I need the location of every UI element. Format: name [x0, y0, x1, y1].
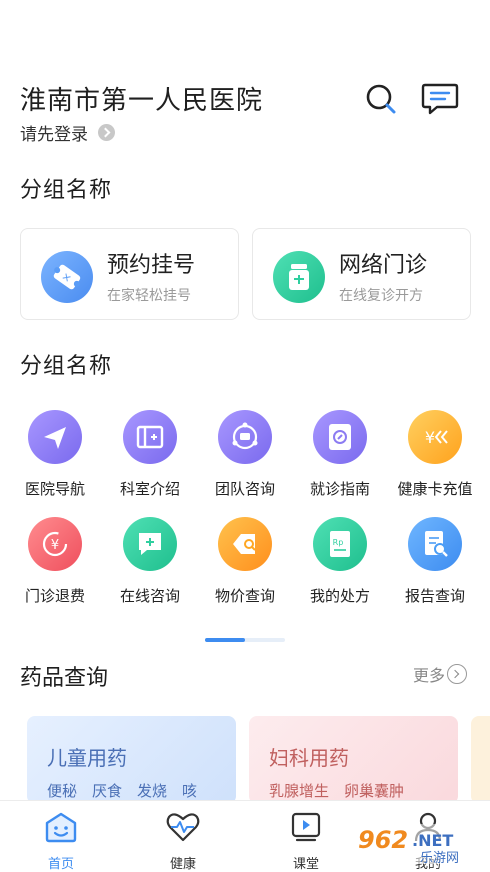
card-title: 网络门诊 — [339, 253, 428, 278]
department-icon — [123, 410, 177, 464]
heartbeat-icon — [166, 813, 200, 842]
navigation-icon — [28, 410, 82, 464]
ticket-icon: × — [41, 251, 93, 303]
drug-card-children[interactable]: 儿童用药 便秘 厌食 发烧 咳 — [27, 716, 236, 804]
drug-card-title: 妇科用药 — [269, 746, 349, 770]
chevron-right-icon — [98, 124, 115, 141]
online-consult-icon — [123, 517, 177, 571]
tab-classroom[interactable]: 课堂 — [266, 811, 346, 872]
drug-section-title: 药品查询 — [20, 666, 109, 691]
grid-item-refund[interactable]: ¥ 门诊退费 — [7, 517, 103, 606]
section-title: 分组名称 — [20, 178, 113, 203]
grid-item-my-prescription[interactable]: Rp 我的处方 — [292, 517, 388, 606]
grid-item-hospital-navigation[interactable]: 医院导航 — [7, 410, 103, 499]
medicine-bottle-icon — [273, 251, 325, 303]
hospital-name: 淮南市第一人民医院 — [20, 86, 264, 116]
grid-item-visit-guide[interactable]: 就诊指南 — [292, 410, 388, 499]
grid-item-label: 健康卡充值 — [397, 480, 473, 498]
appointment-card[interactable]: × 预约挂号 在家轻松挂号 — [20, 228, 239, 320]
drug-card-next-peek[interactable] — [471, 716, 490, 804]
svg-text:Rp: Rp — [333, 538, 344, 547]
login-text: 请先登录 — [20, 125, 88, 145]
card-recharge-icon: ¥ — [408, 410, 462, 464]
grid-item-label: 我的处方 — [309, 587, 370, 605]
card-title: 预约挂号 — [107, 253, 196, 278]
online-clinic-card[interactable]: 网络门诊 在线复诊开方 — [252, 228, 471, 320]
drug-card-subtitle: 便秘 厌食 发烧 咳 — [47, 782, 198, 800]
grid-item-card-recharge[interactable]: ¥ 健康卡充值 — [387, 410, 483, 499]
refund-icon: ¥ — [28, 517, 82, 571]
search-icon — [366, 84, 396, 114]
message-button[interactable] — [421, 82, 459, 116]
chevron-right-icon — [447, 664, 468, 684]
video-class-icon — [291, 812, 321, 842]
svg-text:¥: ¥ — [51, 538, 59, 553]
grid-item-online-consult[interactable]: 在线咨询 — [102, 517, 198, 606]
home-smile-icon — [45, 812, 77, 843]
grid-item-label: 医院导航 — [24, 480, 85, 498]
report-icon — [408, 517, 462, 571]
card-subtitle: 在家轻松挂号 — [107, 288, 191, 304]
svg-text:.NET: .NET — [412, 831, 453, 850]
grid-item-report-query[interactable]: 报告查询 — [387, 517, 483, 606]
grid-item-label: 报告查询 — [404, 587, 465, 605]
more-label: 更多 — [413, 666, 446, 685]
site-watermark: 962 .NET 乐游网 — [350, 818, 490, 868]
card-subtitle: 在线复诊开方 — [339, 288, 423, 304]
grid-item-label: 门诊退费 — [24, 587, 85, 605]
drug-card-subtitle: 乳腺增生 卵巢囊肿 — [269, 782, 405, 800]
section-title: 分组名称 — [20, 354, 113, 379]
grid-item-department[interactable]: 科室介绍 — [102, 410, 198, 499]
grid-item-label: 物价查询 — [214, 587, 275, 605]
grid-item-label: 就诊指南 — [309, 480, 370, 498]
tab-label: 首页 — [47, 857, 74, 872]
svg-text:乐游网: 乐游网 — [420, 851, 459, 866]
svg-text:¥: ¥ — [425, 428, 435, 447]
message-icon — [421, 83, 459, 115]
svg-text:962: 962 — [358, 826, 408, 854]
grid-item-team-consult[interactable]: 团队咨询 — [197, 410, 293, 499]
grid-item-label: 科室介绍 — [119, 480, 180, 498]
page-indicator-active — [205, 638, 245, 642]
price-tag-icon — [218, 517, 272, 571]
drug-card-title: 儿童用药 — [47, 746, 127, 770]
prescription-icon: Rp — [313, 517, 367, 571]
more-link[interactable]: 更多 — [413, 662, 468, 686]
grid-item-label: 在线咨询 — [119, 587, 180, 605]
tab-label: 健康 — [169, 857, 196, 872]
tab-health[interactable]: 健康 — [143, 811, 223, 872]
login-link[interactable]: 请先登录 — [20, 120, 115, 145]
tab-home[interactable]: 首页 — [21, 811, 101, 872]
drug-card-gynecology[interactable]: 妇科用药 乳腺增生 卵巢囊肿 — [249, 716, 458, 804]
page-indicator — [205, 638, 285, 642]
grid-item-price-query[interactable]: 物价查询 — [197, 517, 293, 606]
tab-label: 课堂 — [292, 857, 319, 872]
search-button[interactable] — [364, 82, 398, 116]
guide-icon — [313, 410, 367, 464]
team-chat-icon — [218, 410, 272, 464]
grid-item-label: 团队咨询 — [214, 480, 275, 498]
